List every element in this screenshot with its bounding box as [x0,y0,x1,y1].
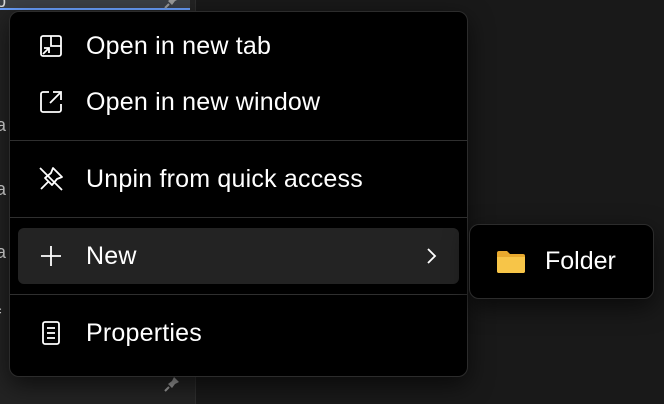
unpin-icon [36,164,66,194]
open-in-new-window-icon [36,87,66,117]
menu-item-open-in-new-window[interactable]: Open in new window [18,74,459,130]
sidebar-item-fragment[interactable]: a [0,243,6,261]
open-in-new-tab-icon [36,31,66,61]
submenu-item-label: Folder [545,247,616,275]
menu-item-label: Unpin from quick access [86,164,363,193]
menu-item-label: Properties [86,318,202,347]
menu-item-label: Open in new window [86,87,321,116]
context-menu: Open in new tab Open in new window Unpin… [9,11,468,377]
pin-icon [163,0,181,10]
selected-sidebar-item[interactable] [0,0,190,10]
sidebar-item-fragment[interactable]: a [0,180,6,198]
menu-separator [10,140,467,141]
properties-icon [36,318,66,348]
menu-separator [10,217,467,218]
menu-item-unpin-from-quick-access[interactable]: Unpin from quick access [18,151,459,207]
chevron-right-icon [419,244,443,268]
menu-item-new[interactable]: New [18,228,459,284]
new-submenu: Folder [469,224,654,299]
submenu-item-folder[interactable]: Folder [470,225,653,298]
sidebar-item-fragment[interactable]: f [0,307,1,325]
menu-item-properties[interactable]: Properties [18,305,459,361]
sidebar-item-fragment[interactable]: a [0,116,6,134]
sidebar-item-fragment[interactable]: p [0,0,6,10]
menu-item-open-in-new-tab[interactable]: Open in new tab [18,18,459,74]
menu-item-label: New [86,241,137,270]
menu-separator [10,294,467,295]
pin-icon [163,375,181,393]
folder-icon [495,248,527,276]
menu-item-label: Open in new tab [86,31,272,60]
plus-icon [36,241,66,271]
